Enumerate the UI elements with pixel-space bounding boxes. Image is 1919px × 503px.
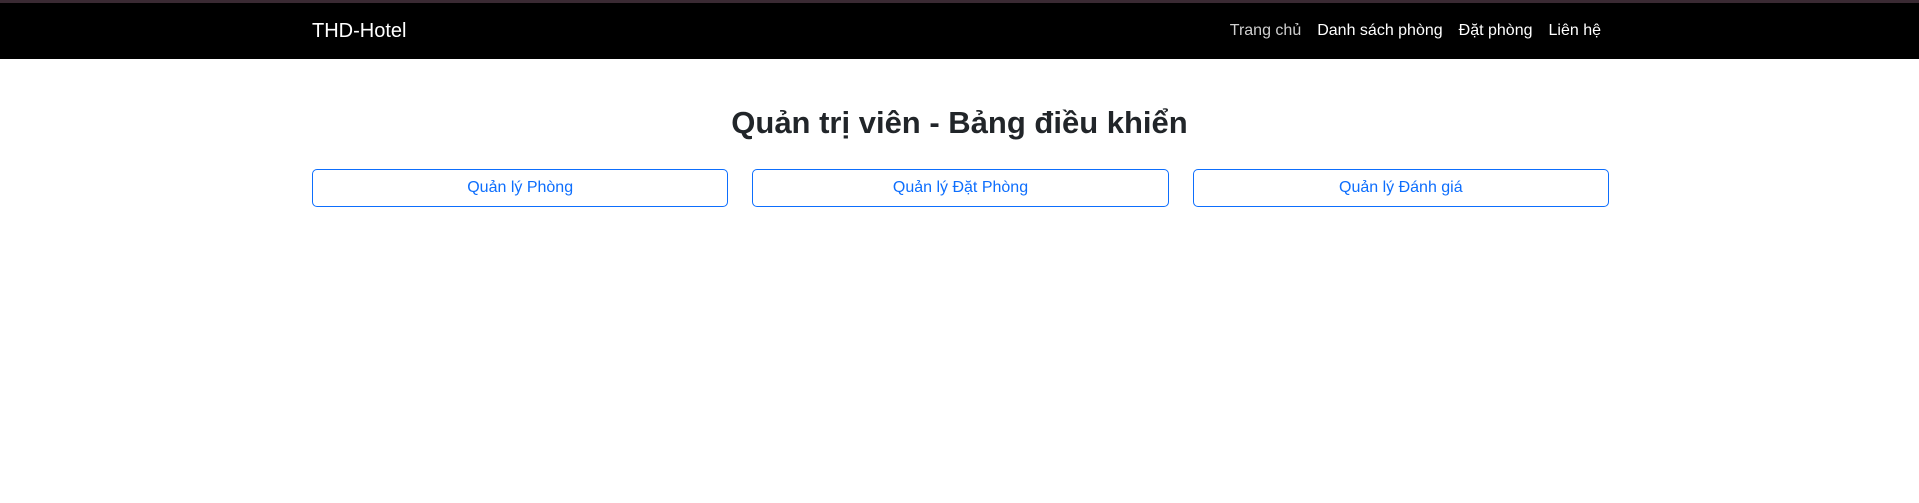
nav-link-room-list[interactable]: Danh sách phòng	[1317, 22, 1442, 40]
manage-bookings-button[interactable]: Quản lý Đặt Phòng	[752, 169, 1169, 207]
admin-button-row: Quản lý Phòng Quản lý Đặt Phòng Quản lý …	[312, 169, 1609, 207]
page-title: Quản trị viên - Bảng điều khiển	[731, 105, 1188, 140]
nav-link-home[interactable]: Trang chủ	[1230, 22, 1301, 40]
manage-rooms-button[interactable]: Quản lý Phòng	[312, 169, 729, 207]
nav-links: Trang chủ Danh sách phòng Đặt phòng Liên…	[1230, 3, 1601, 59]
nav-link-booking[interactable]: Đặt phòng	[1459, 22, 1533, 40]
brand-logo-link[interactable]: THD-Hotel	[312, 3, 406, 59]
navbar: THD-Hotel Trang chủ Danh sách phòng Đặt …	[0, 3, 1919, 59]
manage-reviews-button[interactable]: Quản lý Đánh giá	[1192, 169, 1609, 207]
nav-link-contact[interactable]: Liên hệ	[1549, 22, 1602, 40]
